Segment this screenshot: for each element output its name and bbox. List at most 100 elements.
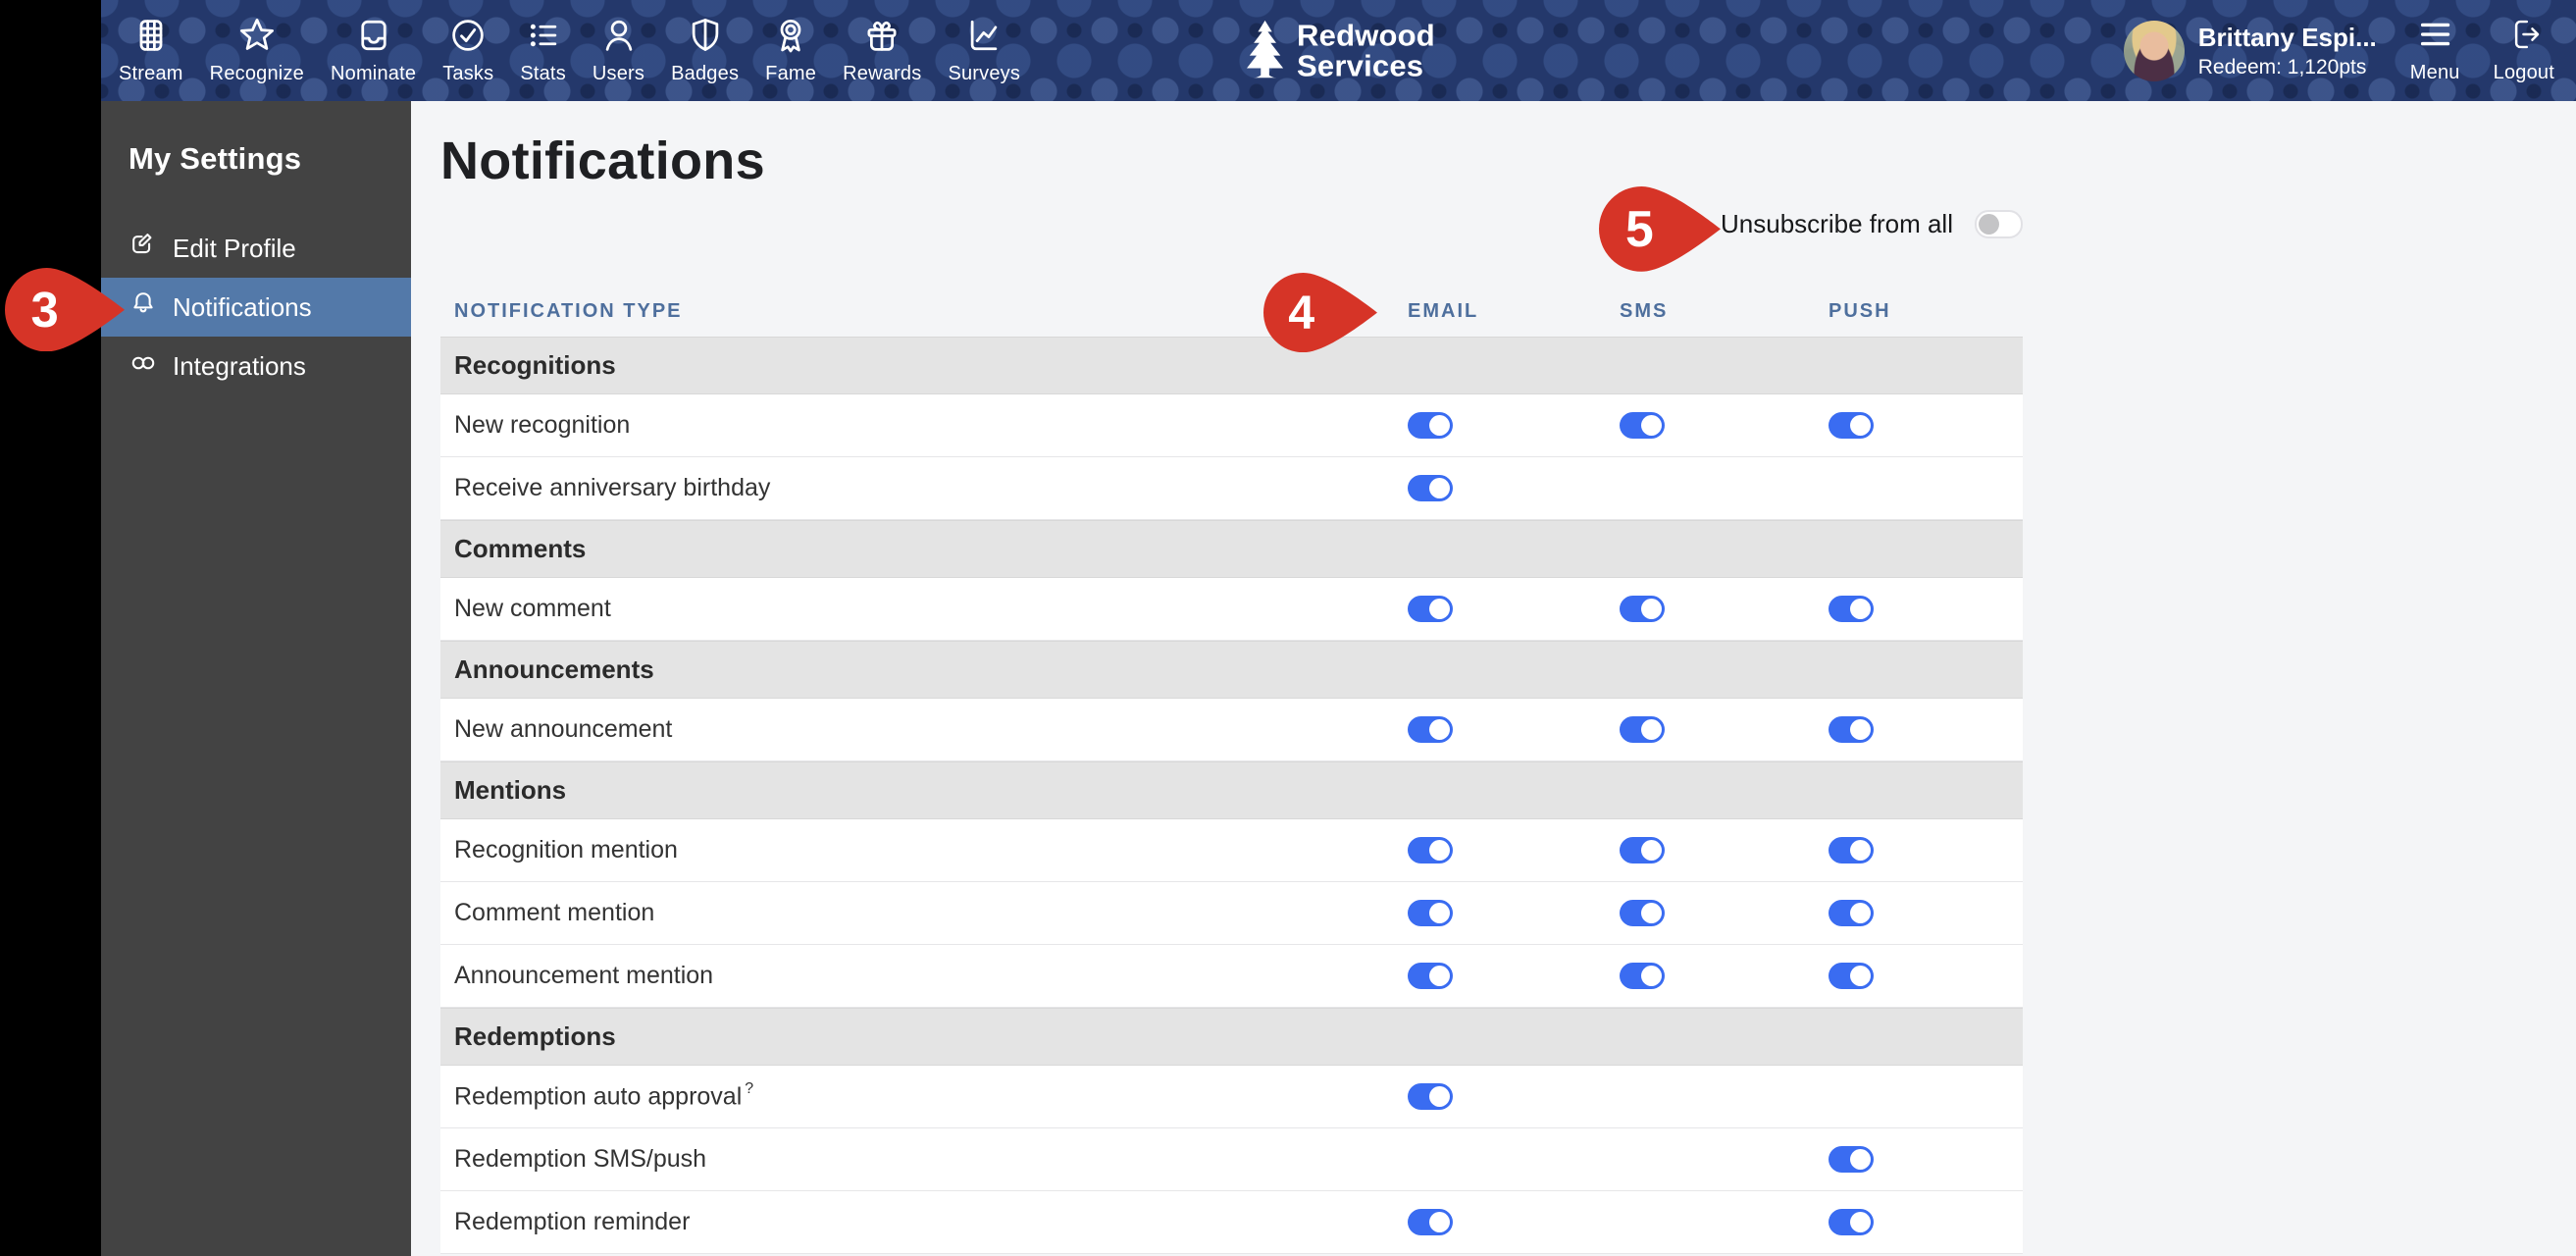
push-toggle[interactable] — [1829, 412, 1874, 439]
column-header-sms: SMS — [1620, 299, 1669, 322]
toggle-knob — [1850, 1149, 1871, 1170]
nav-item-label: Fame — [765, 63, 817, 84]
toggle-knob — [1850, 966, 1871, 986]
sms-toggle[interactable] — [1620, 900, 1665, 926]
sms-toggle[interactable] — [1620, 412, 1665, 439]
star-icon — [237, 16, 277, 60]
grid-icon — [131, 16, 171, 60]
nav-item-fame[interactable]: Fame — [765, 16, 816, 85]
circle-check-icon — [448, 16, 488, 60]
push-toggle[interactable] — [1829, 1209, 1874, 1235]
logout-icon — [2504, 17, 2544, 57]
email-toggle[interactable] — [1408, 900, 1453, 926]
email-toggle[interactable] — [1408, 963, 1453, 989]
toggle-knob — [1641, 719, 1662, 740]
sms-toggle[interactable] — [1620, 963, 1665, 989]
toggle-knob — [1850, 719, 1871, 740]
notifications-table: Recognitions New recognition Receive anniv… — [440, 337, 2023, 1254]
nav-item-recognize[interactable]: Recognize — [210, 16, 304, 85]
toggle-knob — [1429, 415, 1450, 436]
push-toggle[interactable] — [1829, 900, 1874, 926]
table-row: Redemption reminder — [440, 1191, 2023, 1254]
row-label: Redemption auto approval? — [454, 1079, 754, 1111]
row-label: Receive anniversary birthday — [454, 474, 771, 501]
sms-toggle[interactable] — [1620, 716, 1665, 743]
email-toggle[interactable] — [1408, 475, 1453, 501]
primary-nav: Stream Recognize Nominate Tasks Stats Users Ba… — [119, 16, 1020, 85]
help-icon[interactable]: ? — [745, 1080, 753, 1097]
nav-item-stats[interactable]: Stats — [520, 16, 566, 85]
email-toggle[interactable] — [1408, 1209, 1453, 1235]
row-label: Comment mention — [454, 899, 655, 926]
inbox-icon — [354, 16, 393, 60]
section-header-mentions: Mentions — [440, 761, 2023, 819]
user-name: Brittany Espi... — [2197, 22, 2377, 52]
push-toggle[interactable] — [1829, 837, 1874, 864]
table-row: Redemption auto approval? — [440, 1066, 2023, 1128]
push-toggle[interactable] — [1829, 596, 1874, 622]
toggle-knob — [1641, 840, 1662, 861]
sidebar-items: Edit Profile Notifications Integrations — [101, 219, 411, 395]
table-row: New recognition — [440, 394, 2023, 457]
email-toggle[interactable] — [1408, 412, 1453, 439]
sidebar-item-edit-profile[interactable]: Edit Profile — [101, 219, 411, 278]
nav-item-badges[interactable]: Badges — [671, 16, 739, 85]
email-toggle[interactable] — [1408, 837, 1453, 864]
edit-icon — [129, 231, 158, 267]
nav-item-label: Nominate — [330, 63, 417, 84]
sms-toggle[interactable] — [1620, 596, 1665, 622]
email-toggle[interactable] — [1408, 1083, 1453, 1110]
push-toggle[interactable] — [1829, 963, 1874, 989]
avatar[interactable] — [2123, 20, 2185, 81]
toggle-knob — [1429, 478, 1450, 498]
toggle-knob — [1641, 966, 1662, 986]
table-row: New announcement — [440, 699, 2023, 761]
table-row: Redemption SMS/push — [440, 1128, 2023, 1191]
hamburger-icon — [2415, 17, 2454, 57]
nav-item-nominate[interactable]: Nominate — [331, 16, 416, 85]
toggle-knob — [1641, 415, 1662, 436]
user-profile-chip[interactable]: Brittany Espi... Redeem: 1,120pts — [2123, 20, 2377, 81]
sidebar-item-label: Notifications — [173, 291, 312, 322]
sidebar-item-notifications[interactable]: Notifications — [101, 278, 411, 337]
toggle-knob — [1429, 1086, 1450, 1107]
toggle-knob — [1850, 903, 1871, 923]
nav-item-users[interactable]: Users — [592, 16, 644, 85]
nav-item-label: Recognize — [209, 63, 304, 84]
sidebar-item-label: Integrations — [173, 350, 306, 381]
logout-button[interactable]: Logout — [2494, 17, 2554, 84]
row-label: New comment — [454, 595, 611, 622]
section-header-recognitions: Recognitions — [440, 337, 2023, 394]
sms-toggle[interactable] — [1620, 837, 1665, 864]
app-logo: Redwood Services — [1242, 19, 1435, 82]
nav-item-stream[interactable]: Stream — [119, 16, 183, 85]
row-label: Redemption SMS/push — [454, 1145, 707, 1173]
table-row: Recognition mention — [440, 819, 2023, 882]
toggle-knob — [1850, 415, 1871, 436]
table-row: Announcement mention — [440, 945, 2023, 1008]
nav-item-rewards[interactable]: Rewards — [843, 16, 921, 85]
table-row: New comment — [440, 578, 2023, 641]
section-header-comments: Comments — [440, 520, 2023, 578]
toggle-knob — [1429, 599, 1450, 619]
main-content: Notifications Unsubscribe from all NOTIF… — [411, 101, 2576, 1256]
redeem-points: Redeem: 1,120pts — [2197, 55, 2367, 78]
menu-label: Menu — [2409, 62, 2460, 83]
nav-item-surveys[interactable]: Surveys — [948, 16, 1020, 85]
push-toggle[interactable] — [1829, 1146, 1874, 1173]
toggle-knob — [1641, 903, 1662, 923]
email-toggle[interactable] — [1408, 596, 1453, 622]
unsubscribe-toggle[interactable] — [1975, 209, 2023, 238]
row-label: Redemption reminder — [454, 1208, 691, 1235]
unsubscribe-row: Unsubscribe from all — [440, 200, 2023, 247]
row-label: Announcement mention — [454, 962, 714, 989]
list-icon — [524, 16, 563, 60]
left-black-strip — [0, 0, 101, 1256]
toggle-knob — [1850, 840, 1871, 861]
chart-icon — [964, 16, 1004, 60]
menu-button[interactable]: Menu — [2410, 17, 2460, 84]
nav-item-tasks[interactable]: Tasks — [442, 16, 493, 85]
sidebar-item-integrations[interactable]: Integrations — [101, 337, 411, 395]
email-toggle[interactable] — [1408, 716, 1453, 743]
push-toggle[interactable] — [1829, 716, 1874, 743]
